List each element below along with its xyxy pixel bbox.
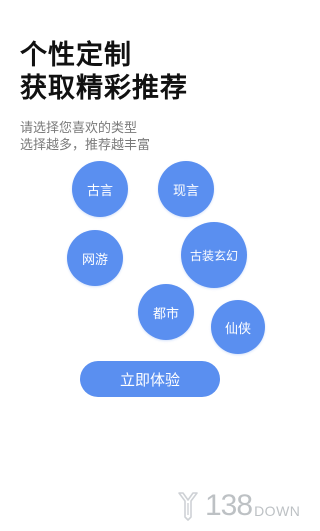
title-line-2: 获取精彩推荐 [20,73,188,104]
instructions-text: 请选择您喜欢的类型 选择越多，推荐越丰富 [20,120,150,154]
instructions-line-1: 请选择您喜欢的类型 [20,121,138,136]
shield-logo-icon [178,492,198,521]
page-title: 个性定制 获取精彩推荐 [20,39,188,105]
instructions-line-2: 选择越多，推荐越丰富 [20,138,151,153]
genre-label: 古装玄幻 [189,248,238,263]
genre-bubble-xianxia[interactable]: 仙侠 [211,300,265,354]
genre-label: 都市 [152,306,179,322]
genre-bubble-guzhuang-xuanhuan[interactable]: 古装玄幻 [181,222,247,288]
try-now-button[interactable]: 立即体验 [80,361,220,397]
genre-label: 仙侠 [224,321,251,337]
site-watermark: 138 DOWN [177,488,300,524]
genre-bubble-guyan[interactable]: 古言 [72,161,128,217]
genre-label: 网游 [81,252,108,268]
genre-bubble-wangyou[interactable]: 网游 [67,230,123,286]
genre-label: 古言 [86,183,113,199]
watermark-number: 138 [205,489,253,522]
genre-label: 现言 [172,183,199,199]
title-line-1: 个性定制 [20,40,132,71]
try-now-label: 立即体验 [119,370,180,389]
watermark-text: DOWN [254,503,301,519]
genre-bubble-xianyan[interactable]: 现言 [158,161,214,217]
genre-bubble-dushi[interactable]: 都市 [138,284,194,340]
